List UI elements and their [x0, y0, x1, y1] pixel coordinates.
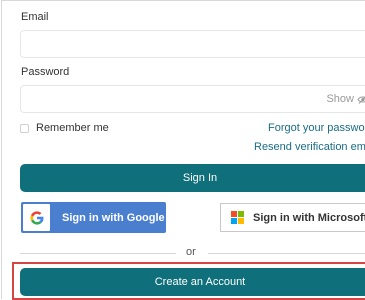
remember-me-label: Remember me: [36, 122, 109, 134]
google-g-icon: [23, 204, 50, 231]
microsoft-logo-icon: [231, 211, 244, 224]
show-password-toggle[interactable]: Show: [326, 93, 365, 105]
eye-slash-icon: [357, 95, 365, 104]
divider-right: [208, 253, 365, 254]
create-account-button[interactable]: Create an Account: [20, 268, 365, 296]
sign-in-button[interactable]: Sign In: [20, 164, 365, 192]
password-label: Password: [21, 66, 70, 78]
resend-verification-link[interactable]: Resend verification email?: [254, 141, 365, 153]
google-sign-in-button[interactable]: Sign in with Google: [21, 202, 166, 233]
microsoft-sign-in-button[interactable]: Sign in with Microsoft: [220, 203, 365, 232]
google-button-label: Sign in with Google: [62, 211, 165, 224]
microsoft-button-label: Sign in with Microsoft: [253, 211, 365, 224]
password-input[interactable]: Show: [20, 85, 365, 113]
divider-left: [20, 253, 176, 254]
email-input[interactable]: [20, 30, 365, 58]
email-label: Email: [21, 11, 49, 23]
forgot-password-link[interactable]: Forgot your password?: [268, 122, 365, 134]
or-divider-text: or: [186, 246, 196, 258]
show-toggle-label: Show: [326, 93, 354, 105]
remember-me-checkbox[interactable]: [20, 124, 29, 133]
